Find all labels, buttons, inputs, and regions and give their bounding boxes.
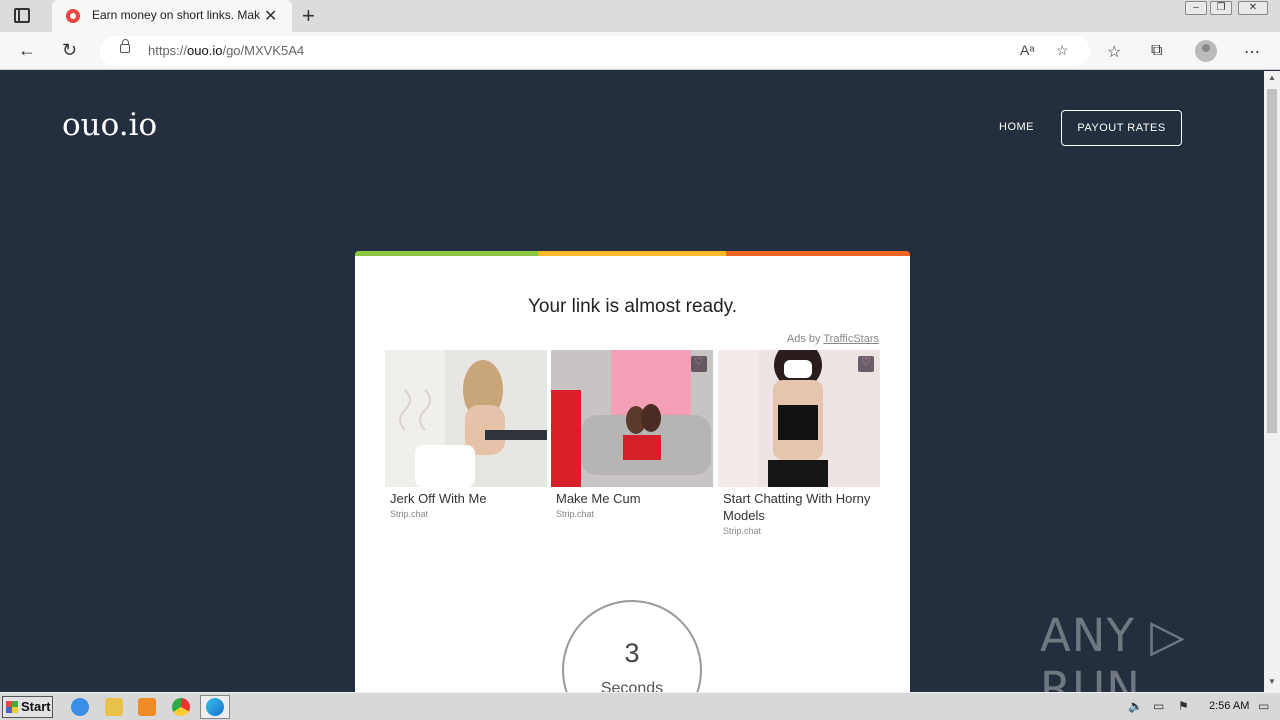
- internet-explorer-icon[interactable]: [71, 698, 89, 716]
- windows-logo-icon: [6, 701, 18, 713]
- close-window-button[interactable]: ✕: [1238, 1, 1268, 15]
- countdown-value: 3: [624, 638, 640, 668]
- browser-tab-bar: Earn money on short links. Mak ✕ + – ❐ ✕: [0, 0, 1280, 32]
- minimize-button[interactable]: –: [1185, 1, 1207, 15]
- ad-image[interactable]: [551, 350, 713, 487]
- volume-icon[interactable]: 🔈: [1128, 699, 1143, 713]
- profile-avatar[interactable]: [1195, 40, 1217, 62]
- site-logo[interactable]: ouo.io: [62, 107, 157, 143]
- favorites-icon[interactable]: ☆: [1107, 42, 1121, 62]
- ad-item[interactable]: Start Chatting With Horny Models Strip.c…: [718, 350, 880, 538]
- file-explorer-icon[interactable]: [105, 698, 123, 716]
- restore-button[interactable]: ❐: [1210, 1, 1232, 15]
- anyrun-watermark: ANY ▷ RUN: [1040, 609, 1186, 692]
- start-button[interactable]: Start: [2, 696, 53, 718]
- page-scrollbar[interactable]: ▲ ▼: [1264, 71, 1280, 692]
- ad-title[interactable]: Make Me Cum: [551, 487, 713, 507]
- address-bar[interactable]: https://ouo.io/go/MXVK5A4 Aᵃ ☆: [100, 36, 1090, 66]
- chrome-icon[interactable]: [172, 698, 190, 716]
- edge-taskbar-button[interactable]: [200, 695, 230, 719]
- refresh-icon[interactable]: ↻: [62, 40, 77, 61]
- ad-item[interactable]: Jerk Off With Me Strip.chat: [385, 350, 547, 521]
- countdown-timer: 3 Seconds: [562, 600, 702, 692]
- ad-image[interactable]: [718, 350, 880, 487]
- tab-title: Earn money on short links. Mak: [92, 8, 260, 22]
- read-aloud-icon[interactable]: Aᵃ: [1020, 42, 1035, 58]
- media-player-icon[interactable]: [138, 698, 156, 716]
- site-favicon-icon: [66, 9, 80, 23]
- scroll-down-icon[interactable]: ▼: [1268, 677, 1276, 686]
- taskbar: Start 🔈 ▭ ⚑ 2:56 AM ▭: [0, 692, 1280, 720]
- add-favorite-icon[interactable]: ☆: [1056, 42, 1069, 59]
- lock-icon[interactable]: [120, 39, 130, 53]
- ad-title[interactable]: Jerk Off With Me: [385, 487, 547, 507]
- web-page: ouo.io HOME PAYOUT RATES Your link is al…: [0, 71, 1264, 692]
- collections-icon[interactable]: ⧉: [1151, 42, 1162, 60]
- countdown-label: Seconds: [600, 680, 664, 692]
- ads-by-label: Ads by TrafficStars: [786, 333, 879, 345]
- edge-icon: [206, 698, 224, 716]
- browser-tab[interactable]: Earn money on short links. Mak ✕: [52, 0, 292, 32]
- ad-image[interactable]: [385, 350, 547, 487]
- tab-close-icon[interactable]: ✕: [264, 6, 277, 26]
- link-card: Your link is almost ready. Ads by Traffi…: [355, 251, 910, 692]
- ad-source: Strip.chat: [390, 509, 429, 519]
- card-title: Your link is almost ready.: [527, 296, 738, 317]
- scroll-up-icon[interactable]: ▲: [1268, 73, 1276, 82]
- ad-source: Strip.chat: [723, 526, 762, 536]
- network-icon[interactable]: ▭: [1153, 699, 1164, 713]
- url-text[interactable]: https://ouo.io/go/MXVK5A4: [148, 43, 304, 58]
- system-clock[interactable]: 2:56 AM: [1209, 700, 1249, 712]
- stripe-yellow: [538, 251, 726, 256]
- ad-source: Strip.chat: [556, 509, 595, 519]
- tab-actions-icon[interactable]: [14, 8, 30, 23]
- address-toolbar: ← ↻ https://ouo.io/go/MXVK5A4 Aᵃ ☆: [0, 32, 1280, 70]
- trafficstars-link[interactable]: TrafficStars: [823, 333, 879, 345]
- ad-item[interactable]: Make Me Cum Strip.chat: [551, 350, 713, 521]
- heart-badge-icon: [691, 355, 707, 372]
- heart-badge-icon: [858, 355, 874, 372]
- action-center-flag-icon[interactable]: ⚑: [1178, 699, 1189, 713]
- stripe-green: [355, 251, 538, 256]
- stripe-orange: [726, 251, 910, 256]
- back-icon[interactable]: ←: [18, 40, 36, 61]
- nav-payout-rates-button[interactable]: PAYOUT RATES: [1061, 110, 1182, 146]
- settings-more-icon[interactable]: ⋯: [1244, 42, 1260, 62]
- ad-title[interactable]: Start Chatting With Horny Models: [718, 487, 880, 524]
- new-tab-icon[interactable]: +: [302, 3, 315, 29]
- show-desktop-icon[interactable]: ▭: [1258, 699, 1269, 713]
- nav-home-link[interactable]: HOME: [999, 121, 1034, 133]
- scroll-thumb[interactable]: [1267, 89, 1277, 433]
